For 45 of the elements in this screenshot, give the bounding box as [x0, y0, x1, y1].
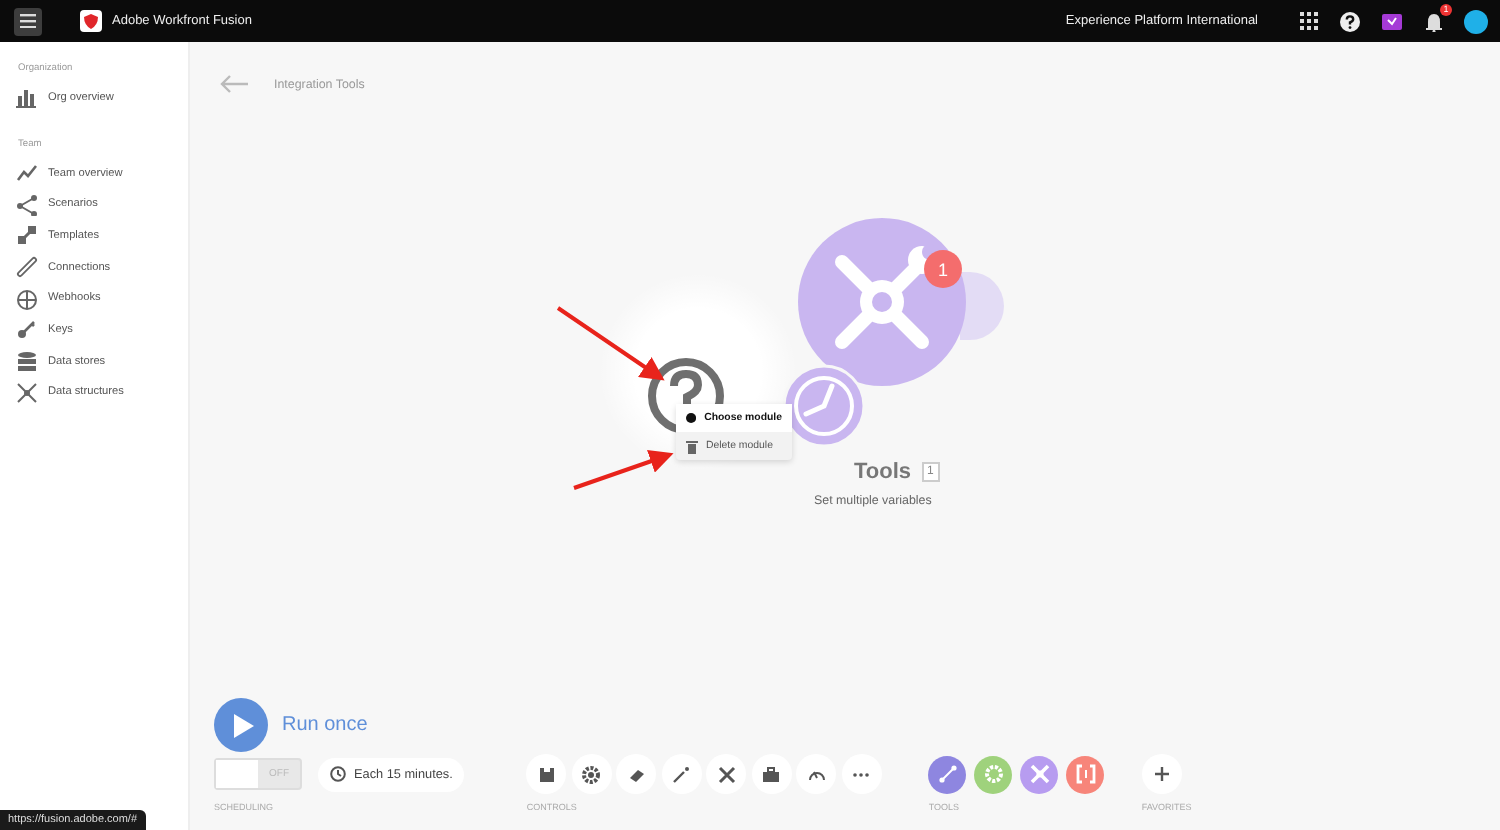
trend-line-icon [16, 162, 38, 185]
annotation-arrow [573, 449, 674, 490]
save-icon [537, 765, 556, 783]
control-button[interactable] [796, 754, 837, 794]
gear-icon [582, 765, 601, 783]
share-icon [16, 193, 38, 216]
eraser-icon [627, 765, 646, 783]
menu-button[interactable] [14, 7, 42, 35]
module-name: Tools [854, 460, 912, 484]
gear-icon [983, 764, 1004, 784]
control-button[interactable] [571, 754, 612, 794]
plus-icon [1153, 766, 1170, 782]
annotation-arrow [556, 306, 665, 381]
control-button[interactable] [706, 754, 747, 794]
briefcase-icon [762, 765, 781, 783]
clock-icon [330, 766, 346, 782]
database-icon [16, 350, 38, 373]
tools-icon [1029, 764, 1050, 784]
menu-icon [20, 14, 36, 28]
magic-wand-icon [672, 765, 691, 783]
link-icon [16, 256, 38, 279]
control-button[interactable] [526, 754, 567, 794]
play-icon [234, 713, 254, 737]
dot-icon [686, 412, 697, 424]
run-button[interactable] [214, 698, 268, 752]
feedback-icon[interactable] [1382, 11, 1402, 31]
apps-grid-icon[interactable] [1300, 12, 1318, 30]
help-icon[interactable] [1340, 11, 1360, 31]
module-handle[interactable] [960, 272, 1004, 340]
puzzle-icon [16, 224, 38, 247]
control-button[interactable] [661, 754, 702, 794]
avatar[interactable] [1464, 9, 1488, 33]
control-button[interactable] [751, 754, 792, 794]
add-favorite-button[interactable] [1141, 754, 1182, 794]
brackets-icon [1075, 764, 1096, 784]
bar-chart-icon [16, 86, 38, 109]
shield-logo-icon [80, 10, 102, 32]
nodes-icon [937, 764, 958, 784]
tool-button[interactable] [928, 755, 967, 793]
globe-icon [16, 287, 38, 310]
trash-icon [686, 439, 698, 453]
bell-icon [1424, 11, 1444, 31]
structure-icon [16, 381, 38, 404]
control-button[interactable] [616, 754, 657, 794]
key-icon [16, 318, 38, 341]
